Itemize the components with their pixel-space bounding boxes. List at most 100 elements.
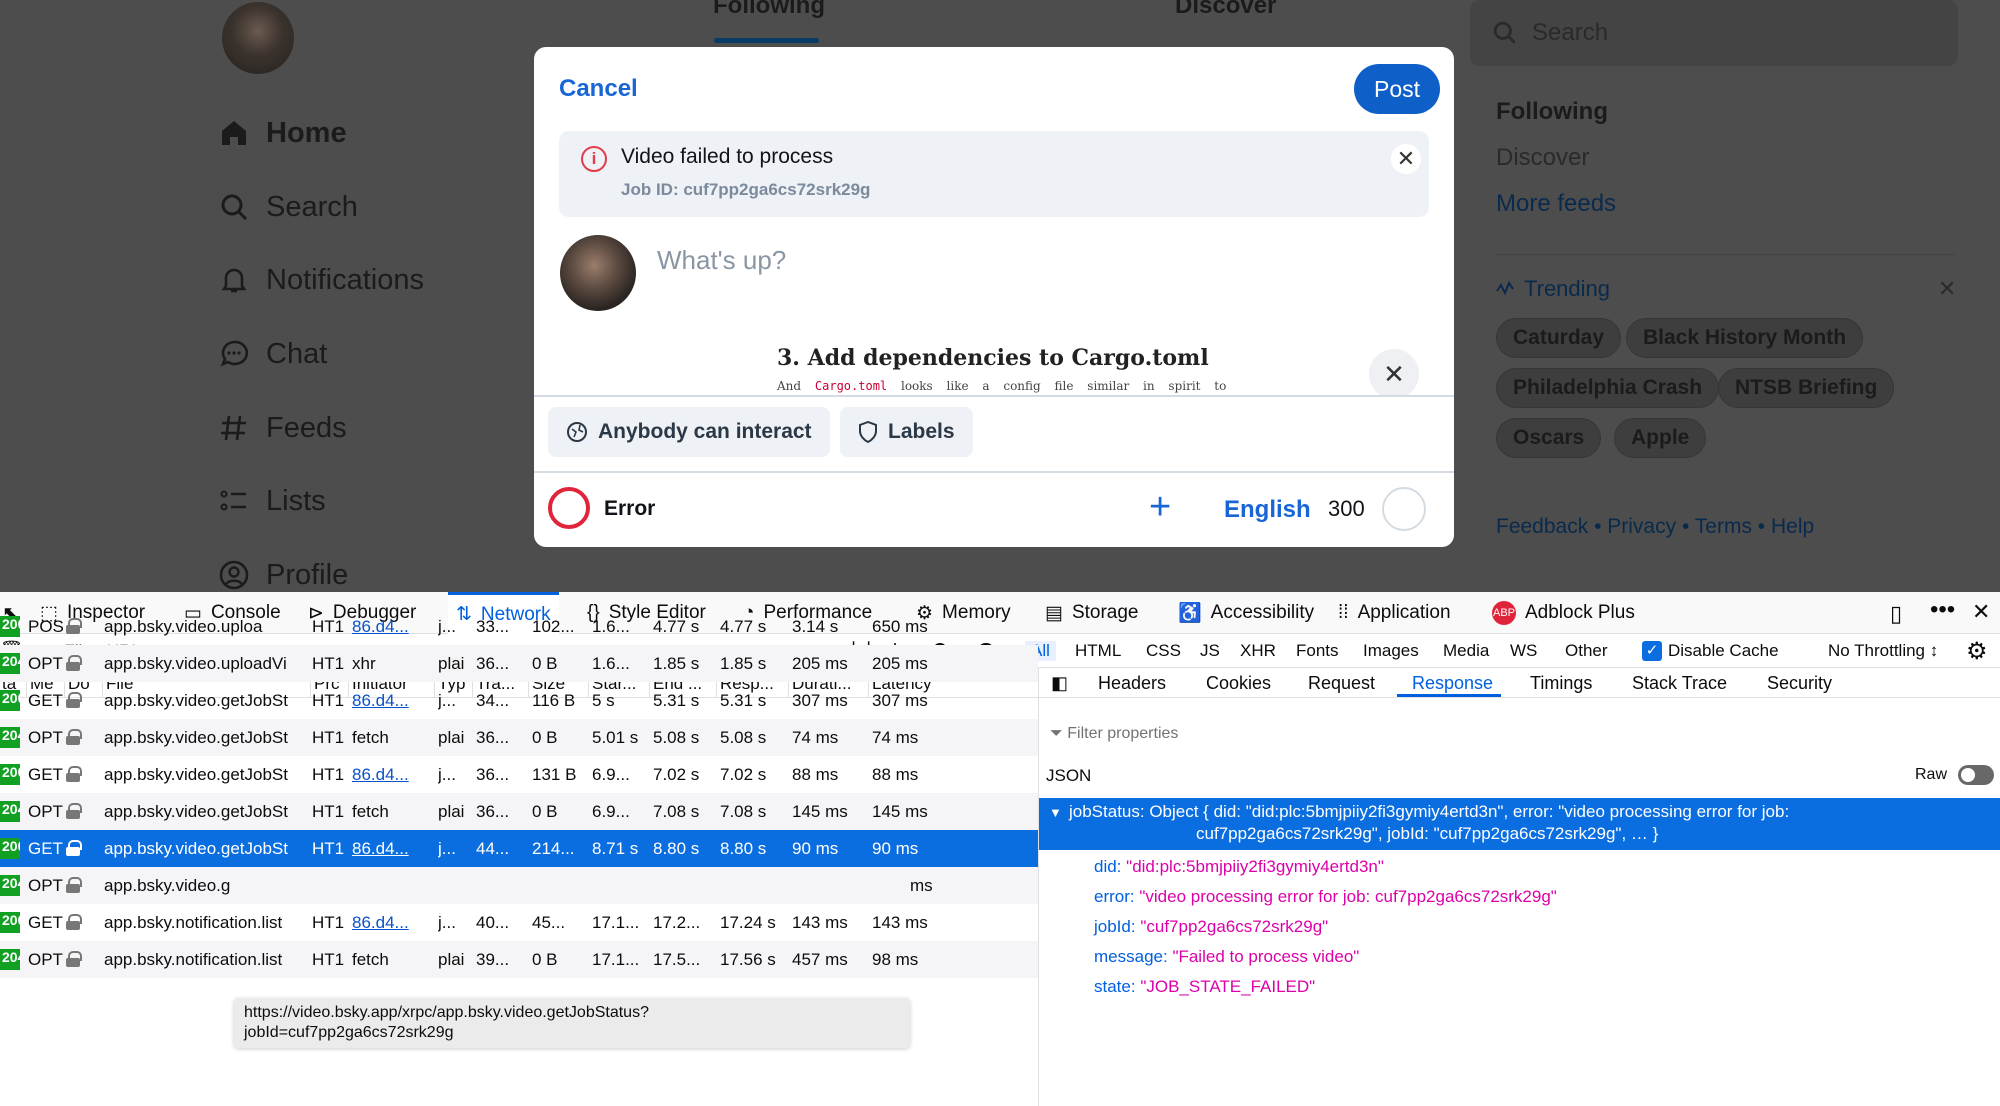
tab-discover[interactable]: Discover xyxy=(1175,0,1276,20)
json-property[interactable]: state: "JOB_STATE_FAILED" xyxy=(1094,977,1315,997)
request-row[interactable]: 200 GET app.bsky.notification.list HT1 86.d4… xyxy=(0,904,1038,941)
initiator: fetch xyxy=(352,728,389,747)
labels-button[interactable]: Labels xyxy=(840,407,973,457)
post-text-input[interactable]: What's up? xyxy=(657,245,786,276)
trend-chip[interactable]: Apple xyxy=(1614,418,1707,458)
more-options-icon[interactable]: ••• xyxy=(1930,596,1955,624)
type-filter-ws[interactable]: WS xyxy=(1510,641,1537,661)
nav-item-search[interactable]: Search xyxy=(218,187,358,227)
tab-storage[interactable]: ▤ Storage xyxy=(1045,592,1139,634)
language-selector[interactable]: English xyxy=(1224,496,1311,524)
trend-chip[interactable]: Black History Month xyxy=(1626,318,1864,358)
transferred: 36... xyxy=(476,802,510,821)
initiator[interactable]: 86.d4... xyxy=(352,617,432,637)
feed-link-following[interactable]: Following xyxy=(1496,98,1608,126)
json-property[interactable]: did: "did:plc:5bmjpiiy2fi3gymiy4ertd3n" xyxy=(1094,857,1384,877)
dock-icon[interactable]: ▯ xyxy=(1890,601,1902,627)
request-row[interactable]: 204 OPT app.bsky.video.g ms xyxy=(0,867,1038,904)
trending-title: Trending xyxy=(1524,276,1611,301)
details-tab-timings[interactable]: Timings xyxy=(1530,673,1592,694)
disable-cache-checkbox[interactable]: ✓ xyxy=(1642,641,1662,661)
trend-chip[interactable]: Philadelphia Crash xyxy=(1496,368,1720,408)
type-filter-media[interactable]: Media xyxy=(1443,641,1489,661)
nav-item-lists[interactable]: Lists xyxy=(218,481,326,521)
nav-item-notifications[interactable]: Notifications xyxy=(218,260,424,300)
type-filter-xhr[interactable]: XHR xyxy=(1240,641,1276,661)
feed-link-discover[interactable]: Discover xyxy=(1496,144,1589,172)
request-row[interactable]: 204 OPT app.bsky.notification.list HT1 fetch… xyxy=(0,941,1038,978)
request-row[interactable]: 200 GET app.bsky.video.getJobSt HT1 86.d4...… xyxy=(0,756,1038,793)
details-tab-stack-trace[interactable]: Stack Trace xyxy=(1632,673,1727,694)
nav-item-home[interactable]: Home xyxy=(218,113,347,153)
nav-item-feeds[interactable]: Feeds xyxy=(218,408,347,448)
request-row[interactable]: 204 OPT app.bsky.video.getJobSt HT1 fetch pla… xyxy=(0,793,1038,830)
details-tab-response[interactable]: Response xyxy=(1412,673,1493,694)
initiator[interactable]: 86.d4... xyxy=(352,765,432,785)
close-alert-icon[interactable]: ✕ xyxy=(1391,144,1421,174)
tab-label: Accessibility xyxy=(1210,602,1315,623)
raw-toggle[interactable] xyxy=(1958,765,1994,785)
tab-accessibility[interactable]: ♿ Accessibility xyxy=(1178,592,1314,634)
duration: 90 ms xyxy=(792,839,839,858)
footer-terms[interactable]: Terms xyxy=(1695,515,1752,538)
interaction-settings-button[interactable]: Anybody can interact xyxy=(548,407,830,457)
remove-media-icon[interactable]: ✕ xyxy=(1369,349,1419,395)
details-tab-security[interactable]: Security xyxy=(1767,673,1832,694)
footer-help[interactable]: Help xyxy=(1771,515,1814,538)
search-field[interactable]: Search xyxy=(1470,0,1958,66)
post-button[interactable]: Post xyxy=(1354,64,1440,114)
json-property[interactable]: message: "Failed to process video" xyxy=(1094,947,1359,967)
trend-chip[interactable]: NTSB Briefing xyxy=(1718,368,1895,408)
initiator[interactable]: 86.d4... xyxy=(352,691,432,711)
json-property[interactable]: jobId: "cuf7pp2ga6cs72srk29g" xyxy=(1094,917,1328,937)
footer-feedback[interactable]: Feedback xyxy=(1496,515,1588,538)
json-value: "JOB_STATE_FAILED" xyxy=(1140,977,1316,996)
request-row[interactable]: 204 OPT app.bsky.video.getJobSt HT1 fetch pla… xyxy=(0,719,1038,756)
footer-privacy[interactable]: Privacy xyxy=(1607,515,1676,538)
method: OPT xyxy=(28,802,63,821)
tab-following[interactable]: Following xyxy=(713,0,825,20)
json-root-row[interactable]: ▼ jobStatus: Object { did: "did:plc:5bmj… xyxy=(1039,798,2000,850)
status-code: 204 xyxy=(0,653,20,674)
initiator[interactable]: 86.d4... xyxy=(352,913,432,933)
type-filter-html[interactable]: HTML xyxy=(1075,641,1121,661)
request-row[interactable]: 200 POS app.bsky.video.uploa HT1 86.d4... j..… xyxy=(0,608,1038,645)
type: plai xyxy=(438,802,465,821)
type-filter-css[interactable]: CSS xyxy=(1146,641,1181,661)
tab-application[interactable]: ⁞⁞ Application xyxy=(1338,592,1451,634)
close-trending-icon[interactable]: ✕ xyxy=(1938,276,1956,302)
settings-gear-icon[interactable]: ⚙ xyxy=(1966,637,1988,666)
type-filter-other[interactable]: Other xyxy=(1565,641,1608,661)
details-tab-headers[interactable]: Headers xyxy=(1098,673,1166,694)
feed-link-more[interactable]: More feeds xyxy=(1496,190,1616,218)
size: 0 B xyxy=(532,802,558,821)
method: GET xyxy=(28,839,63,858)
type-filter-images[interactable]: Images xyxy=(1363,641,1419,661)
close-devtools-icon[interactable]: ✕ xyxy=(1972,599,1990,625)
nav-item-label: Feeds xyxy=(266,411,347,444)
type-filter-js[interactable]: JS xyxy=(1200,641,1220,661)
details-tab-request[interactable]: Request xyxy=(1308,673,1375,694)
type-filter-fonts[interactable]: Fonts xyxy=(1296,641,1339,661)
request-row[interactable]: 200 GET app.bsky.video.getJobSt HT1 86.d4...… xyxy=(0,682,1038,719)
user-avatar[interactable] xyxy=(222,2,294,74)
json-property[interactable]: error: "video processing error for job: … xyxy=(1094,887,1557,907)
nav-item-profile[interactable]: Profile xyxy=(218,555,348,592)
filter-properties-input[interactable]: ⏷ Filter properties xyxy=(1050,725,1178,743)
trend-chip[interactable]: Caturday xyxy=(1496,318,1622,358)
cancel-button[interactable]: Cancel xyxy=(559,75,638,103)
details-tab-cookies[interactable]: Cookies xyxy=(1206,673,1271,694)
throttling-select[interactable]: No Throttling ↕ xyxy=(1828,641,1938,661)
initiator[interactable]: 86.d4... xyxy=(352,839,432,859)
nav-item-chat[interactable]: Chat xyxy=(218,334,327,374)
tab-adblock-plus[interactable]: ABP Adblock Plus xyxy=(1492,592,1635,634)
add-language-icon[interactable]: + xyxy=(1149,487,1171,527)
expand-arrow-icon[interactable]: ▼ xyxy=(1049,802,1062,824)
trend-chip[interactable]: Oscars xyxy=(1496,418,1602,458)
active-details-tab-underline xyxy=(1397,694,1501,697)
type: plai xyxy=(438,728,465,747)
error-status-icon xyxy=(548,487,590,529)
request-row[interactable]: 200 GET app.bsky.video.getJobSt HT1 86.d4...… xyxy=(0,830,1038,867)
request-row[interactable]: 204 OPT app.bsky.video.uploadVi HT1 xhr plai 3… xyxy=(0,645,1038,682)
toggle-sidebar-icon[interactable]: ◧ xyxy=(1051,673,1068,694)
